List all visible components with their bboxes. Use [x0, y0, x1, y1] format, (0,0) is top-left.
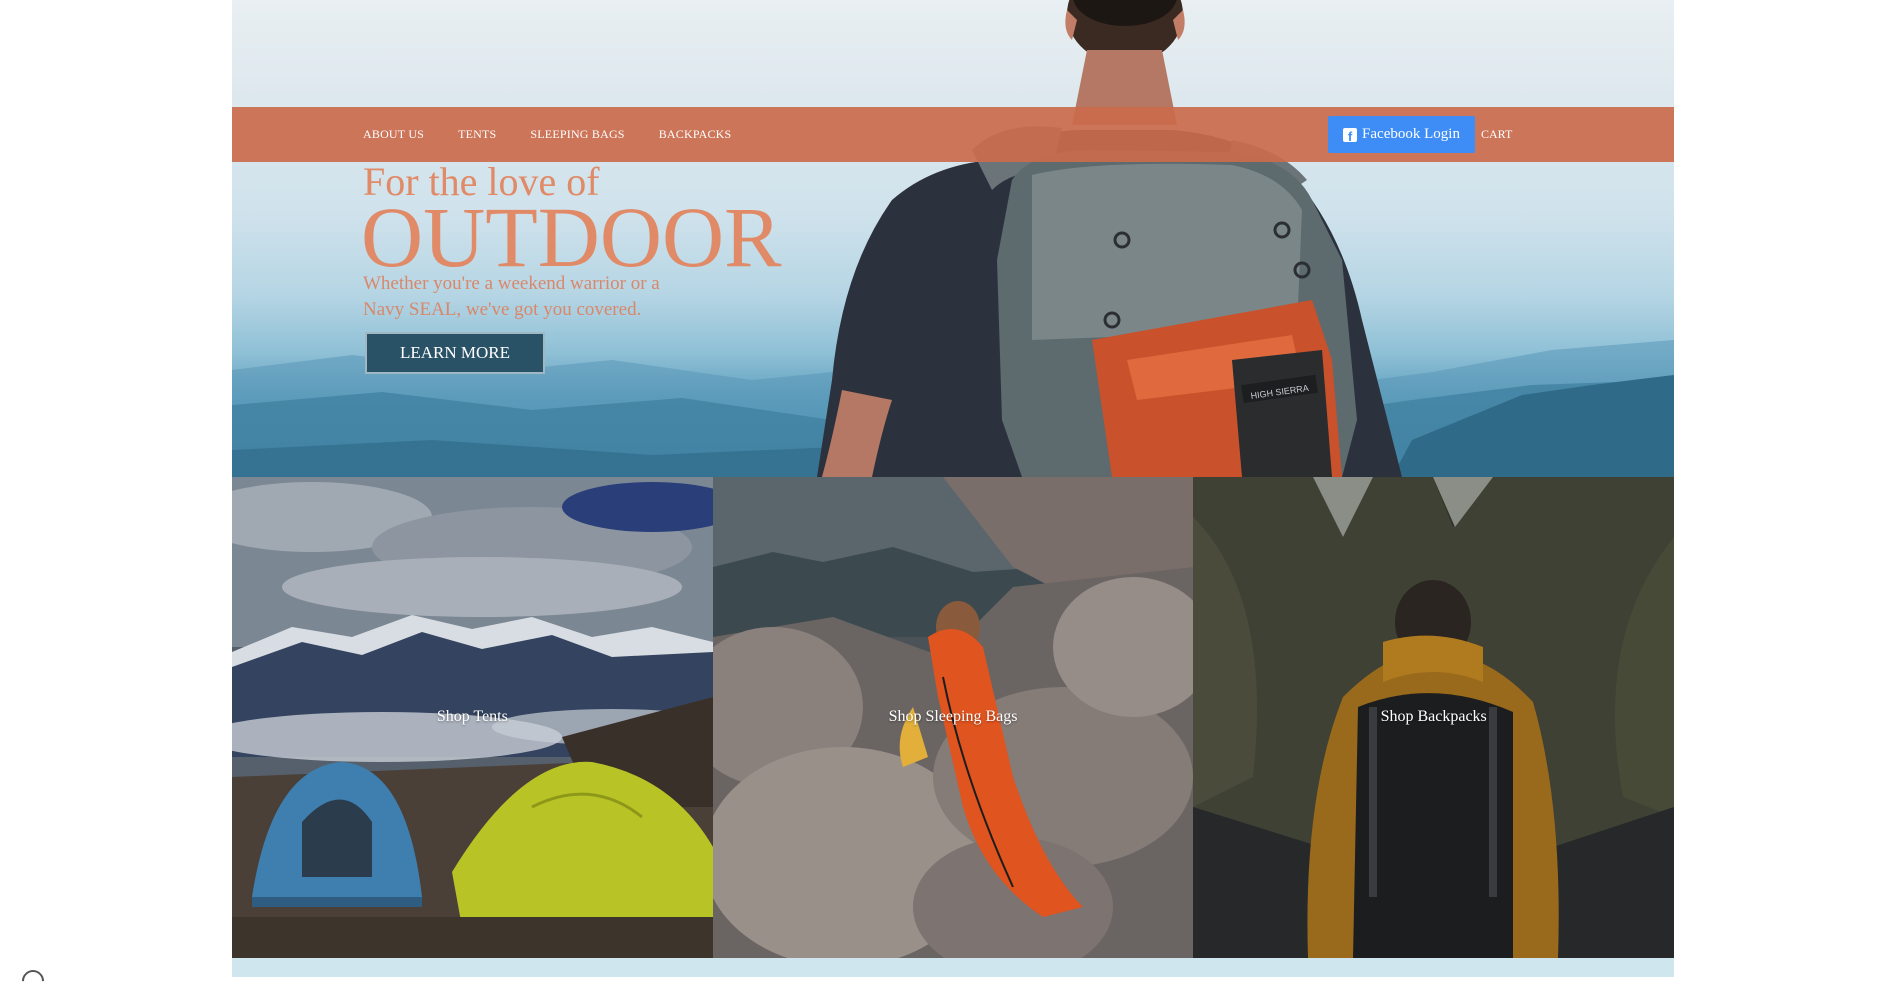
nav-links: ABOUT US TENTS SLEEPING BAGS BACKPACKS: [363, 107, 731, 162]
nav-sleeping-bags[interactable]: SLEEPING BAGS: [530, 127, 624, 142]
tile-shop-tents[interactable]: Shop Tents: [232, 477, 713, 958]
tile-label-tents: Shop Tents: [436, 708, 508, 725]
hero-banner: HIGH SIERRA ABOUT US TENTS SLEEPING BAGS…: [232, 0, 1674, 477]
main-navbar: ABOUT US TENTS SLEEPING BAGS BACKPACKS f…: [232, 107, 1674, 162]
nav-backpacks[interactable]: BACKPACKS: [659, 127, 732, 142]
tile-shop-sleeping-bags[interactable]: Shop Sleeping Bags: [712, 477, 1194, 958]
category-tiles: Shop Tents Shop Sleeping Bags Shop Backp…: [232, 477, 1675, 958]
facebook-icon: f: [1343, 127, 1358, 143]
nav-tents[interactable]: TENTS: [458, 127, 496, 142]
hero-subtitle: Whether you're a weekend warrior or a Na…: [363, 273, 660, 320]
page: HIGH SIERRA ABOUT US TENTS SLEEPING BAGS…: [232, 0, 1675, 977]
hero-title: OUTDOOR: [361, 189, 782, 285]
nav-about-us[interactable]: ABOUT US: [363, 127, 424, 142]
facebook-login-button[interactable]: f Facebook Login: [1328, 116, 1475, 153]
footer-band: [232, 958, 1674, 977]
cart-link[interactable]: CART: [1481, 107, 1512, 162]
tile-label-sleeping-bags: Shop Sleeping Bags: [888, 708, 1018, 725]
facebook-login-label: Facebook Login: [1362, 126, 1460, 142]
learn-more-button[interactable]: LEARN MORE: [365, 332, 545, 374]
loading-spinner-icon: [17, 965, 49, 997]
tile-shop-backpacks[interactable]: Shop Backpacks: [1193, 477, 1675, 958]
tile-label-backpacks: Shop Backpacks: [1380, 708, 1487, 725]
